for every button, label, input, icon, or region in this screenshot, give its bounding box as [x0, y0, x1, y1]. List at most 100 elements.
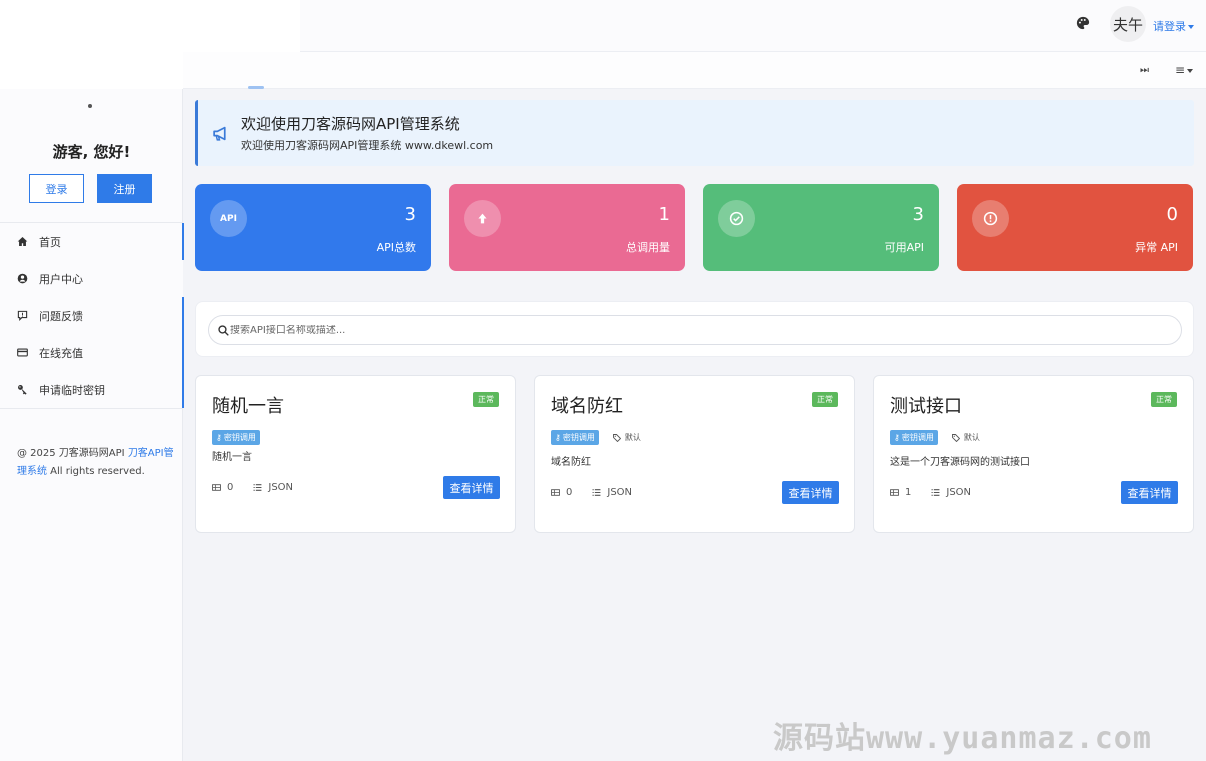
sidebar-item-label: 问题反馈 — [39, 309, 83, 323]
stat-value: 1 — [658, 204, 670, 225]
list-icon — [931, 489, 940, 496]
list-icon — [253, 484, 262, 491]
api-title: 域名防红 — [551, 396, 623, 417]
category-tag-label: 默认 — [963, 433, 980, 442]
sidebar-footer: @ 2025 刀客源码网API 刀客API管理系统 All rights res… — [17, 445, 177, 481]
greeting: 游客, 您好! — [52, 143, 131, 161]
api-card-domain-protect: 域名防红 正常 ⚷ 密钥调用 默认 域名防红 0 JSON 查看详情 — [534, 375, 855, 533]
tag-icon — [951, 433, 960, 442]
api-icon: API — [210, 200, 247, 237]
register-button[interactable]: 注册 — [97, 174, 152, 203]
stat-card-total-calls: 1 总调用量 — [449, 184, 685, 271]
category-tag: 默认 — [612, 432, 641, 443]
watermark: 源码站www.yuanmaz.com — [773, 721, 1152, 756]
response-format: JSON — [946, 487, 972, 498]
home-icon — [16, 235, 29, 248]
tab-indicator — [248, 86, 264, 89]
stat-label: 总调用量 — [626, 241, 670, 254]
auth-tag-label: 密钥调用 — [562, 433, 595, 442]
sidebar-item-label: 首页 — [39, 235, 61, 249]
user-circle-icon — [16, 272, 29, 285]
api-meta: 1 JSON — [890, 487, 971, 498]
feedback-icon — [16, 309, 29, 322]
announcement-subtitle: 欢迎使用刀客源码网API管理系统 www.dkewl.com — [241, 139, 494, 152]
tag-icon — [612, 433, 621, 442]
stat-label: 异常 API — [1135, 241, 1178, 254]
auth-tag-label: 密钥调用 — [223, 433, 256, 442]
view-details-button[interactable]: 查看详情 — [1121, 481, 1178, 504]
api-meta: 0 JSON — [212, 482, 293, 493]
palette-icon[interactable] — [1076, 16, 1090, 30]
stat-card-abnormal-api: 0 异常 API — [957, 184, 1193, 271]
sidebar: 游客, 您好! 登录 注册 首页 用户中心 问题反馈 在线充值 申请临时密钥 @… — [0, 89, 184, 761]
api-description: 这是一个刀客源码网的测试接口 — [890, 457, 1030, 468]
sidebar-item-feedback[interactable]: 问题反馈 — [0, 297, 184, 334]
sidebar-item-home[interactable]: 首页 — [0, 223, 184, 260]
sidebar-item-user-center[interactable]: 用户中心 — [0, 260, 183, 297]
api-card-random-quote: 随机一言 正常 ⚷ 密钥调用 随机一言 0 JSON 查看详情 — [195, 375, 516, 533]
api-title: 随机一言 — [212, 396, 284, 417]
key-icon: ⚷ — [555, 433, 561, 442]
category-tag-label: 默认 — [624, 433, 641, 442]
top-bar: 夫午 请登录 — [0, 0, 1206, 52]
search-input[interactable] — [230, 324, 1170, 336]
login-dropdown[interactable]: 请登录 — [1153, 18, 1194, 34]
sidebar-nav: 首页 用户中心 问题反馈 在线充值 申请临时密钥 — [0, 222, 184, 409]
key-icon: ⚷ — [894, 433, 900, 442]
search-icon — [218, 324, 229, 336]
arrow-up-icon — [464, 200, 501, 237]
announcement-banner: 欢迎使用刀客源码网API管理系统 欢迎使用刀客源码网API管理系统 www.dk… — [195, 100, 1194, 166]
footer-prefix: @ 2025 刀客源码网API — [17, 448, 128, 459]
response-format: JSON — [607, 487, 633, 498]
stat-value: 0 — [1166, 204, 1178, 225]
sidebar-item-recharge[interactable]: 在线充值 — [0, 334, 184, 371]
calls-icon — [890, 489, 899, 496]
logo-area-lower — [0, 52, 183, 89]
search-box[interactable] — [208, 315, 1182, 345]
status-badge: 正常 — [812, 392, 838, 407]
response-format: JSON — [268, 482, 294, 493]
api-description: 随机一言 — [212, 452, 252, 463]
stat-value: 3 — [912, 204, 924, 225]
status-badge: 正常 — [473, 392, 499, 407]
api-description: 域名防红 — [551, 457, 591, 468]
stat-label: API总数 — [376, 241, 416, 254]
login-button[interactable]: 登录 — [29, 174, 84, 203]
skip-forward-icon[interactable]: ⏭ — [1140, 65, 1149, 76]
login-dropdown-label: 请登录 — [1153, 20, 1186, 33]
auth-tag: ⚷ 密钥调用 — [551, 430, 599, 445]
search-panel — [195, 301, 1194, 357]
calls-icon — [551, 489, 560, 496]
api-meta: 0 JSON — [551, 487, 632, 498]
api-title: 测试接口 — [890, 396, 962, 417]
sidebar-item-label: 申请临时密钥 — [39, 383, 105, 397]
toolbar: ⏭ ≡ — [0, 52, 1206, 89]
alert-circle-icon — [972, 200, 1009, 237]
api-tags: ⚷ 密钥调用 — [212, 430, 260, 445]
announcement-title: 欢迎使用刀客源码网API管理系统 — [241, 115, 460, 133]
call-count: 0 — [227, 482, 234, 493]
status-badge: 正常 — [1151, 392, 1177, 407]
sidebar-item-label: 用户中心 — [39, 272, 83, 286]
category-tag: 默认 — [951, 432, 980, 443]
api-tags: ⚷ 密钥调用 默认 — [890, 430, 980, 445]
sidebar-item-temp-key[interactable]: 申请临时密钥 — [0, 371, 184, 408]
call-count: 1 — [905, 487, 912, 498]
api-card-test-api: 测试接口 正常 ⚷ 密钥调用 默认 这是一个刀客源码网的测试接口 1 JSON 查… — [873, 375, 1194, 533]
key-icon — [16, 383, 29, 396]
avatar[interactable]: 夫午 — [1110, 6, 1146, 42]
stat-label: 可用API — [884, 241, 924, 254]
api-tags: ⚷ 密钥调用 默认 — [551, 430, 641, 445]
stat-card-available-api: 3 可用API — [703, 184, 939, 271]
view-details-button[interactable]: 查看详情 — [443, 476, 500, 499]
view-details-button[interactable]: 查看详情 — [782, 481, 839, 504]
megaphone-icon — [212, 125, 229, 142]
stat-card-api-total: API 3 API总数 — [195, 184, 431, 271]
menu-icon[interactable]: ≡ — [1175, 63, 1194, 77]
caret-down-icon — [1188, 25, 1194, 29]
logo-dot — [88, 104, 92, 108]
check-circle-icon — [718, 200, 755, 237]
key-icon: ⚷ — [216, 433, 222, 442]
list-icon — [592, 489, 601, 496]
logo-area — [0, 0, 300, 52]
